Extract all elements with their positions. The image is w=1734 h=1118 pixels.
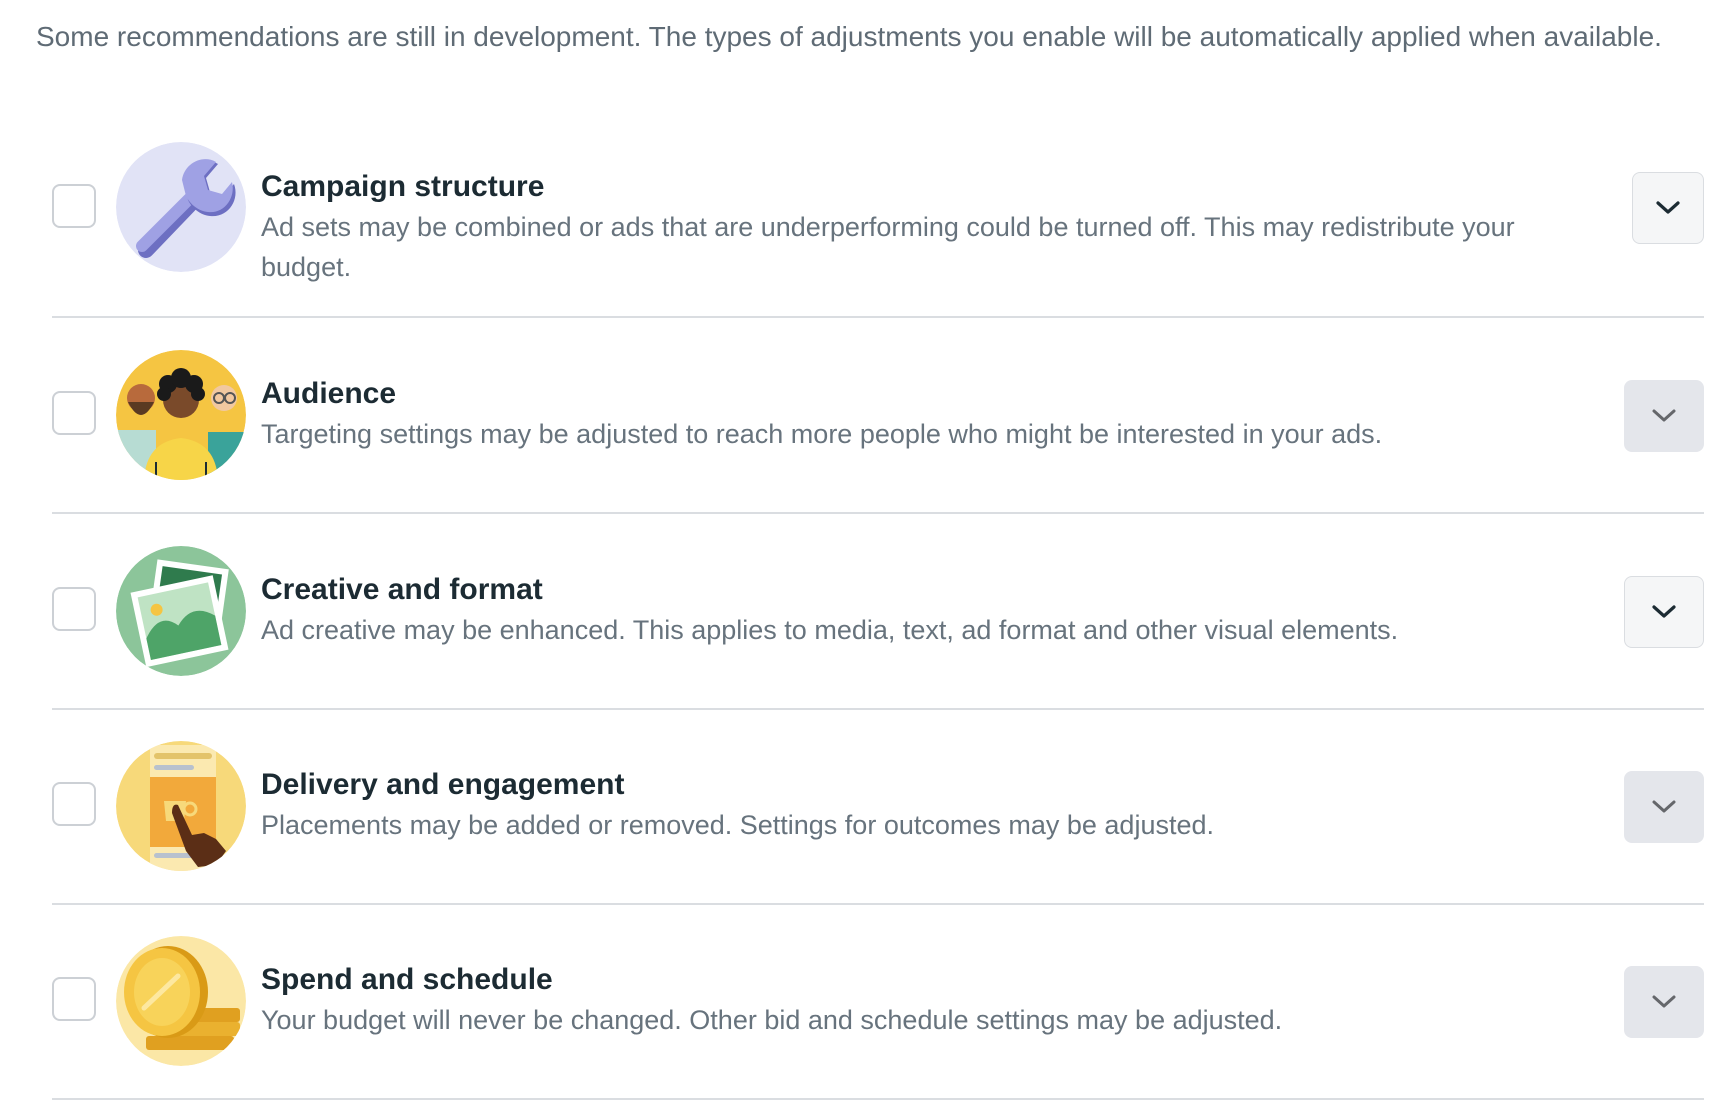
list-item-creative-and-format: Creative and format Ad creative may be e… xyxy=(52,546,1704,710)
item-title: Creative and format xyxy=(261,573,543,606)
spend-and-schedule-expand-button[interactable] xyxy=(1624,966,1704,1038)
chevron-down-icon xyxy=(1652,995,1676,1008)
list-item-spend-and-schedule: Spend and schedule Your budget will neve… xyxy=(52,936,1704,1100)
campaign-structure-checkbox[interactable] xyxy=(52,184,96,228)
creative-and-format-text: Creative and format Ad creative may be e… xyxy=(261,546,1581,650)
item-title: Spend and schedule xyxy=(261,963,553,996)
people-icon xyxy=(116,350,246,480)
wrench-icon xyxy=(116,142,246,272)
spend-and-schedule-text: Spend and schedule Your budget will neve… xyxy=(261,936,1581,1040)
delivery-and-engagement-text: Delivery and engagement Placements may b… xyxy=(261,741,1581,845)
item-description: Placements may be added or removed. Sett… xyxy=(261,810,1215,840)
tap-hand-icon xyxy=(116,741,246,871)
delivery-and-engagement-checkbox[interactable] xyxy=(52,782,96,826)
item-description: Your budget will never be changed. Other… xyxy=(261,1005,1283,1035)
audience-checkbox[interactable] xyxy=(52,391,96,435)
divider xyxy=(52,316,1704,318)
item-title: Campaign structure xyxy=(261,170,545,203)
image-icon xyxy=(116,546,246,676)
spend-and-schedule-checkbox[interactable] xyxy=(52,977,96,1021)
chevron-down-icon xyxy=(1652,409,1676,422)
divider xyxy=(52,903,1704,905)
item-description: Ad creative may be enhanced. This applie… xyxy=(261,615,1399,645)
coins-icon xyxy=(116,936,246,1066)
divider xyxy=(52,512,1704,514)
audience-text: Audience Targeting settings may be adjus… xyxy=(261,350,1581,454)
list-item-delivery-and-engagement: Delivery and engagement Placements may b… xyxy=(52,741,1704,905)
creative-and-format-checkbox[interactable] xyxy=(52,587,96,631)
item-description: Ad sets may be combined or ads that are … xyxy=(261,212,1515,282)
list-item-audience: Audience Targeting settings may be adjus… xyxy=(52,350,1704,514)
chevron-down-icon xyxy=(1656,201,1680,214)
campaign-structure-expand-button[interactable] xyxy=(1632,172,1704,244)
chevron-down-icon xyxy=(1652,800,1676,813)
divider xyxy=(52,708,1704,710)
recommendations-panel: Some recommendations are still in develo… xyxy=(0,0,1734,1118)
chevron-down-icon xyxy=(1652,605,1676,618)
creative-and-format-expand-button[interactable] xyxy=(1624,576,1704,648)
delivery-and-engagement-expand-button[interactable] xyxy=(1624,771,1704,843)
item-title: Audience xyxy=(261,377,397,410)
item-description: Targeting settings may be adjusted to re… xyxy=(261,419,1383,449)
item-title: Delivery and engagement xyxy=(261,768,625,801)
list-item-campaign-structure: Campaign structure Ad sets may be combin… xyxy=(52,142,1704,322)
intro-text: Some recommendations are still in develo… xyxy=(36,21,1662,52)
divider xyxy=(52,1098,1704,1100)
audience-expand-button[interactable] xyxy=(1624,380,1704,452)
campaign-structure-text: Campaign structure Ad sets may be combin… xyxy=(261,142,1581,287)
